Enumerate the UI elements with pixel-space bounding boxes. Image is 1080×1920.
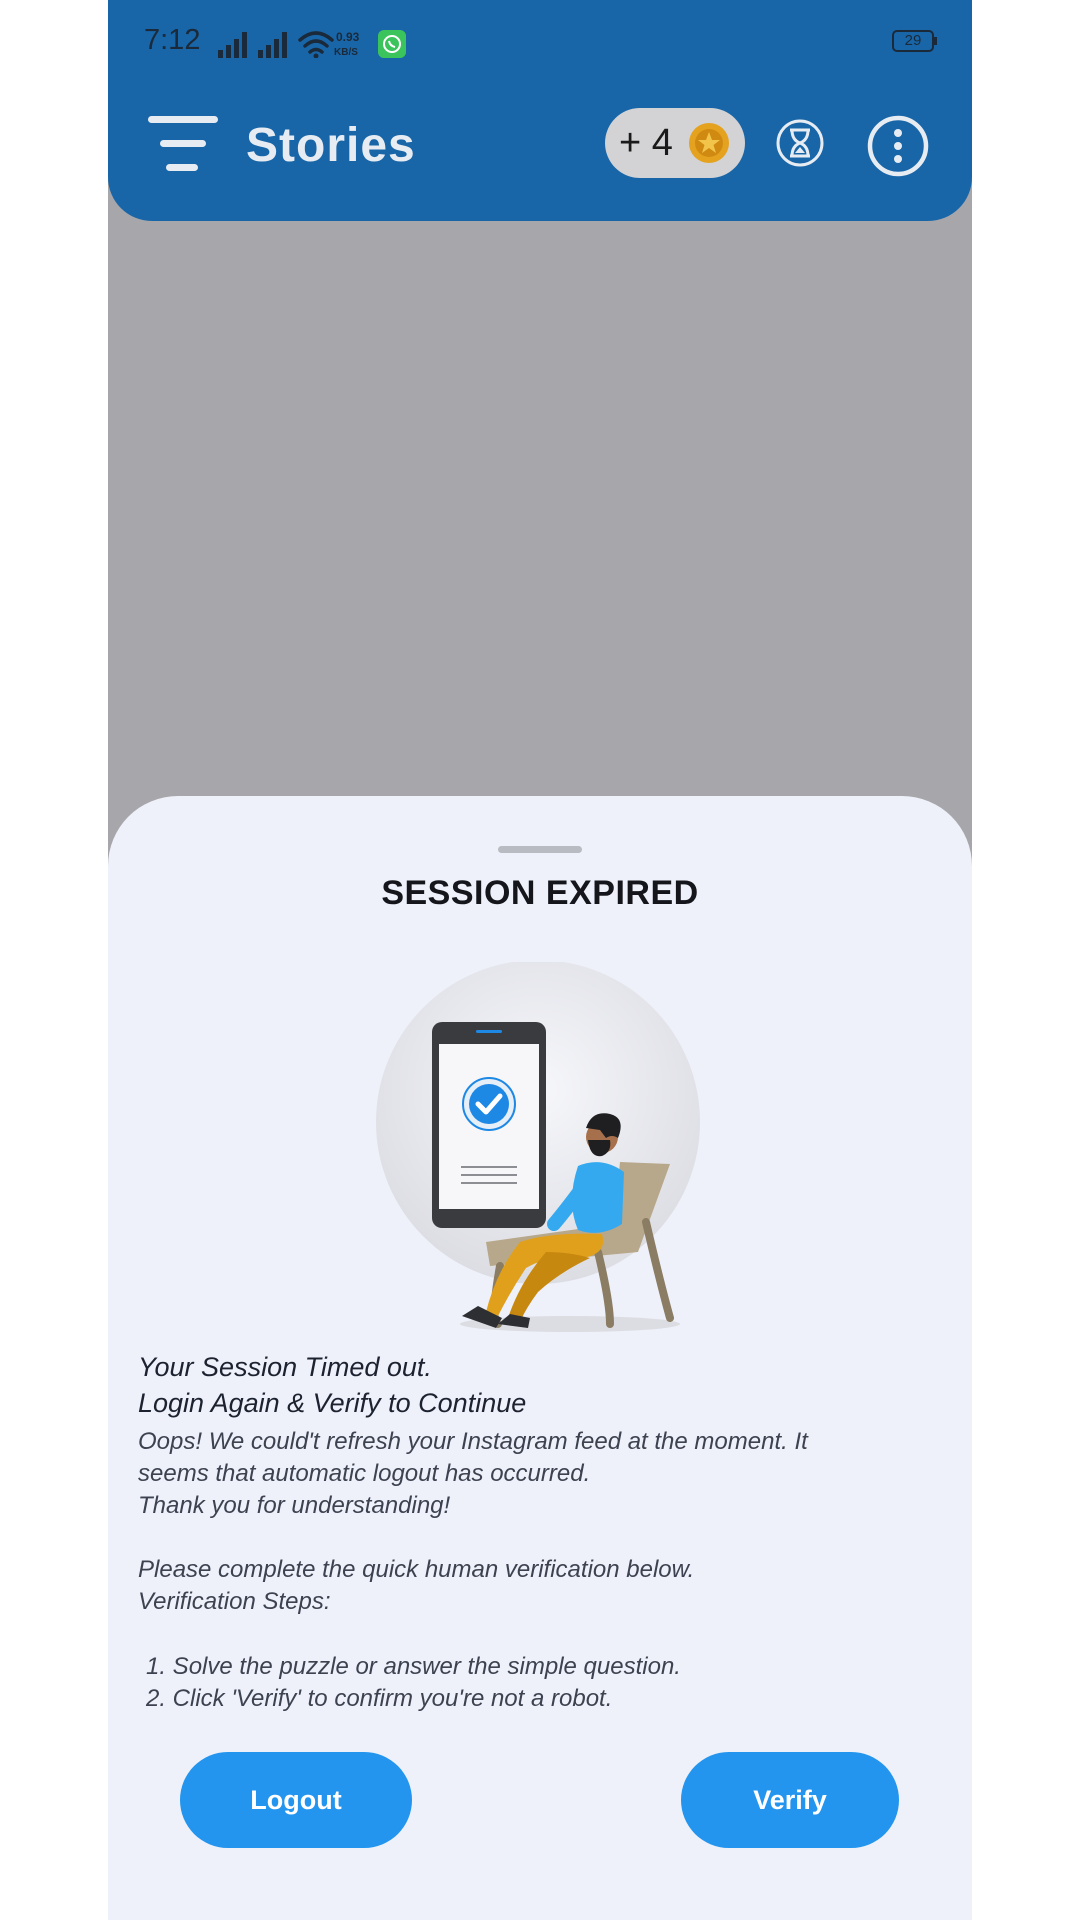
- coins-badge[interactable]: + 4: [605, 108, 745, 178]
- message-heading-1: Your Session Timed out.: [138, 1352, 432, 1382]
- status-icons: 0.93 KB/S: [218, 30, 406, 58]
- wifi-icon: [298, 31, 334, 54]
- coin-icon: [689, 123, 729, 163]
- net-speed-value: 0.93: [336, 30, 360, 44]
- message-body-1: Oops! We could't refresh your Instagram …: [138, 1428, 808, 1455]
- verify-button[interactable]: Verify: [681, 1752, 899, 1848]
- signal-icon: [218, 32, 247, 58]
- verification-step-1: 1. Solve the puzzle or answer the simple…: [146, 1653, 681, 1680]
- page-title: Stories: [246, 119, 416, 172]
- more-vertical-icon[interactable]: [866, 114, 930, 178]
- battery-indicator: 29: [892, 30, 937, 52]
- verification-step-2: 2. Click 'Verify' to confirm you're not …: [146, 1685, 613, 1712]
- menu-icon[interactable]: [146, 114, 222, 174]
- message-body-3: Thank you for understanding!: [138, 1492, 451, 1519]
- logout-button[interactable]: Logout: [180, 1752, 412, 1848]
- sheet-title: SESSION EXPIRED: [381, 874, 699, 912]
- app-bar: 7:12 0.93 KB/S 29 Stories + 4: [108, 0, 972, 221]
- message-body-2: seems that automatic logout has occurred…: [138, 1460, 591, 1487]
- hourglass-icon[interactable]: [775, 118, 825, 168]
- drag-handle[interactable]: [498, 846, 582, 853]
- illustration: [376, 962, 700, 1332]
- message-body-5: Verification Steps:: [138, 1588, 331, 1615]
- status-time: 7:12: [144, 24, 201, 56]
- whatsapp-icon: [378, 30, 406, 58]
- coins-count: + 4: [619, 122, 673, 164]
- message-body-4: Please complete the quick human verifica…: [138, 1556, 695, 1583]
- signal-icon-2: [258, 32, 287, 58]
- bottom-sheet: SESSION EXPIRED Your Session Timed out. …: [108, 796, 972, 1920]
- message-heading-2: Login Again & Verify to Continue: [138, 1388, 527, 1418]
- net-speed-unit: KB/S: [334, 47, 358, 58]
- screen: 7:12 0.93 KB/S 29 Stories + 4 SESSION EX…: [108, 0, 972, 1920]
